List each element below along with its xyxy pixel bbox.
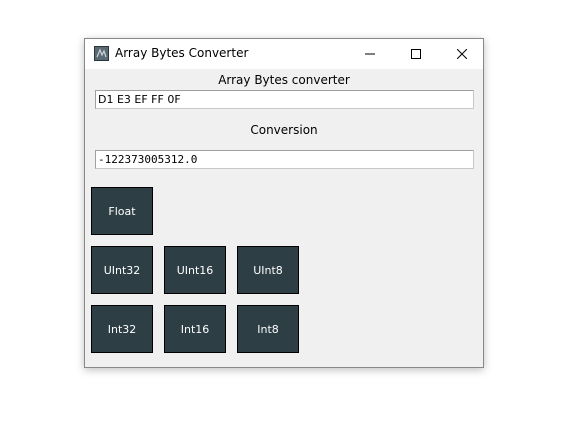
int16-button[interactable]: Int16: [164, 305, 226, 353]
minimize-button[interactable]: [347, 39, 393, 69]
close-button[interactable]: [439, 39, 485, 69]
conversion-output[interactable]: [95, 150, 474, 169]
title-bar[interactable]: Array Bytes Converter: [85, 39, 483, 69]
uint8-button[interactable]: UInt8: [237, 246, 299, 294]
uint16-button[interactable]: UInt16: [164, 246, 226, 294]
close-icon: [457, 49, 467, 59]
bytes-input[interactable]: [95, 90, 474, 109]
maximize-icon: [411, 49, 421, 59]
header-label: Array Bytes converter: [218, 73, 350, 87]
int8-button[interactable]: Int8: [237, 305, 299, 353]
uint32-button[interactable]: UInt32: [91, 246, 153, 294]
maximize-button[interactable]: [393, 39, 439, 69]
minimize-icon: [365, 53, 375, 55]
app-window: Array Bytes Converter Array Bytes conver…: [84, 38, 484, 368]
int32-button[interactable]: Int32: [91, 305, 153, 353]
conversion-label: Conversion: [250, 123, 318, 137]
float-button[interactable]: Float: [91, 187, 153, 235]
window-title: Array Bytes Converter: [115, 46, 249, 60]
app-icon: [94, 46, 109, 61]
